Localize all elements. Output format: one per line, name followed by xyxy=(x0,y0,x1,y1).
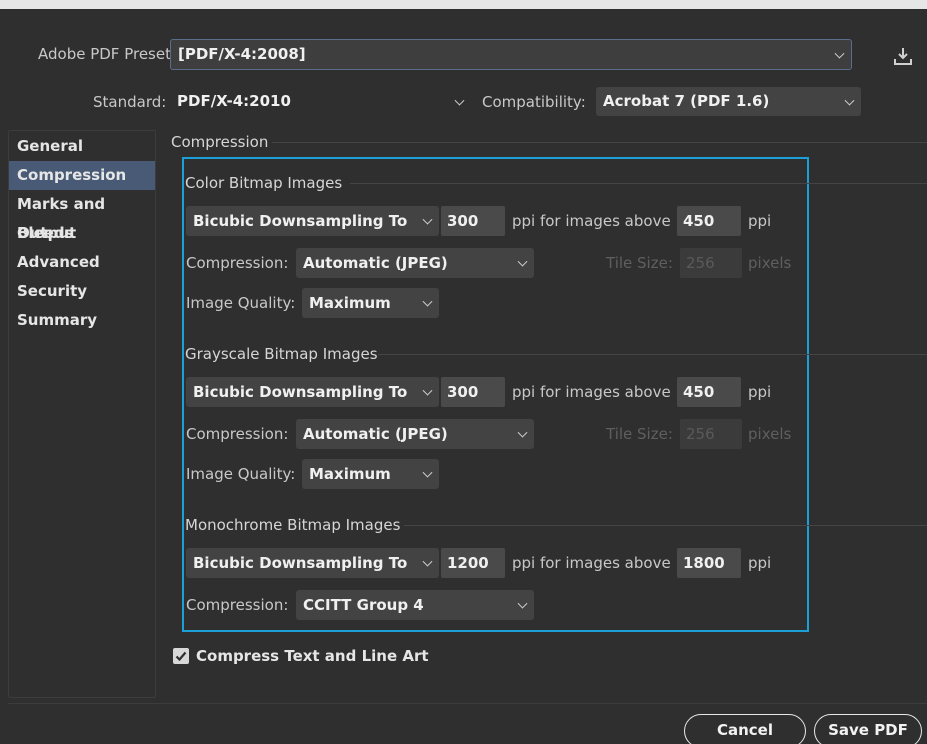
grayscale-compression-value: Automatic (JPEG) xyxy=(303,425,448,443)
chevron-down-icon xyxy=(834,48,845,59)
preset-value: [PDF/X-4:2008] xyxy=(178,45,306,63)
preset-dropdown[interactable]: [PDF/X-4:2008] xyxy=(170,39,852,70)
chevron-down-icon xyxy=(422,296,433,307)
save-preset-icon[interactable] xyxy=(893,46,913,66)
mono-ppi-unit: ppi xyxy=(748,554,772,572)
chevron-down-icon xyxy=(422,556,433,567)
compatibility-label: Compatibility: xyxy=(482,93,586,111)
grayscale-above-label: ppi for images above xyxy=(512,383,671,401)
grayscale-compression-label: Compression: xyxy=(186,425,289,443)
compatibility-dropdown[interactable]: Acrobat 7 (PDF 1.6) xyxy=(596,87,861,116)
title-divider xyxy=(272,142,927,143)
mono-sampling-value: Bicubic Downsampling To xyxy=(193,554,408,572)
mono-sampling-dropdown[interactable]: Bicubic Downsampling To xyxy=(186,548,439,578)
color-sampling-dropdown[interactable]: Bicubic Downsampling To xyxy=(186,206,439,236)
mono-compression-value: CCITT Group 4 xyxy=(303,596,424,614)
color-ppi-input[interactable]: 300 xyxy=(441,206,505,236)
chevron-down-icon xyxy=(517,256,528,267)
compress-text-label: Compress Text and Line Art xyxy=(196,647,429,665)
grayscale-quality-dropdown[interactable]: Maximum xyxy=(302,459,439,489)
grayscale-above-input[interactable]: 450 xyxy=(677,377,741,407)
cancel-button[interactable]: Cancel xyxy=(684,714,806,744)
color-tile-input: 256 xyxy=(680,248,742,278)
color-section-title: Color Bitmap Images xyxy=(185,174,343,192)
color-compression-label: Compression: xyxy=(186,254,289,272)
mono-ppi-input[interactable]: 1200 xyxy=(441,548,505,578)
grayscale-divider xyxy=(378,354,927,355)
chevron-down-icon xyxy=(422,214,433,225)
grayscale-tile-label: Tile Size: xyxy=(606,425,673,443)
color-sampling-value: Bicubic Downsampling To xyxy=(193,212,408,230)
color-tile-label: Tile Size: xyxy=(606,254,673,272)
color-ppi-unit: ppi xyxy=(748,212,772,230)
sidebar-item-marks-and-bleeds[interactable]: Marks and Bleeds xyxy=(9,190,155,242)
grayscale-tile-input: 256 xyxy=(680,419,742,449)
color-tile-unit: pixels xyxy=(748,254,792,272)
standard-label: Standard: xyxy=(93,93,167,111)
color-above-label: ppi for images above xyxy=(512,212,671,230)
mono-above-label: ppi for images above xyxy=(512,554,671,572)
chevron-down-icon xyxy=(517,427,528,438)
color-quality-dropdown[interactable]: Maximum xyxy=(302,288,439,318)
chevron-down-icon xyxy=(454,95,465,106)
preset-label: Adobe PDF Preset: xyxy=(38,45,177,63)
save-pdf-button[interactable]: Save PDF xyxy=(814,714,922,744)
color-quality-label: Image Quality: xyxy=(186,294,296,312)
sidebar-item-security[interactable]: Security xyxy=(9,277,155,306)
mono-compression-dropdown[interactable]: CCITT Group 4 xyxy=(296,590,534,620)
grayscale-tile-unit: pixels xyxy=(748,425,792,443)
page-title: Compression xyxy=(171,133,269,151)
window-top-strip xyxy=(0,0,927,9)
compress-text-checkbox[interactable] xyxy=(173,648,189,664)
color-above-input[interactable]: 450 xyxy=(677,206,741,236)
grayscale-quality-label: Image Quality: xyxy=(186,465,296,483)
mono-above-input[interactable]: 1800 xyxy=(677,548,741,578)
sidebar-item-general[interactable]: General xyxy=(9,132,155,161)
sidebar-item-advanced[interactable]: Advanced xyxy=(9,248,155,277)
standard-dropdown[interactable]: PDF/X-4:2010 xyxy=(171,87,471,116)
grayscale-compression-dropdown[interactable]: Automatic (JPEG) xyxy=(296,419,534,449)
sidebar-item-compression[interactable]: Compression xyxy=(9,161,155,190)
mono-compression-label: Compression: xyxy=(186,596,289,614)
sidebar-item-output[interactable]: Output xyxy=(9,219,155,248)
grayscale-ppi-unit: ppi xyxy=(748,383,772,401)
mono-divider xyxy=(404,525,927,526)
chevron-down-icon xyxy=(517,598,528,609)
grayscale-quality-value: Maximum xyxy=(309,465,391,483)
grayscale-section-title: Grayscale Bitmap Images xyxy=(185,345,378,363)
color-quality-value: Maximum xyxy=(309,294,391,312)
color-compression-dropdown[interactable]: Automatic (JPEG) xyxy=(296,248,534,278)
chevron-down-icon xyxy=(422,385,433,396)
sidebar-item-summary[interactable]: Summary xyxy=(9,306,155,335)
chevron-down-icon xyxy=(422,467,433,478)
compatibility-value: Acrobat 7 (PDF 1.6) xyxy=(603,92,770,110)
grayscale-sampling-value: Bicubic Downsampling To xyxy=(193,383,408,401)
mono-section-title: Monochrome Bitmap Images xyxy=(185,516,401,534)
chevron-down-icon xyxy=(844,95,855,106)
color-divider xyxy=(350,183,927,184)
color-compression-value: Automatic (JPEG) xyxy=(303,254,448,272)
bottom-divider xyxy=(8,703,927,704)
sidebar: General Compression Marks and Bleeds Out… xyxy=(8,130,156,698)
grayscale-ppi-input[interactable]: 300 xyxy=(441,377,505,407)
checkmark-icon xyxy=(175,651,187,662)
standard-value: PDF/X-4:2010 xyxy=(177,92,291,110)
grayscale-sampling-dropdown[interactable]: Bicubic Downsampling To xyxy=(186,377,439,407)
